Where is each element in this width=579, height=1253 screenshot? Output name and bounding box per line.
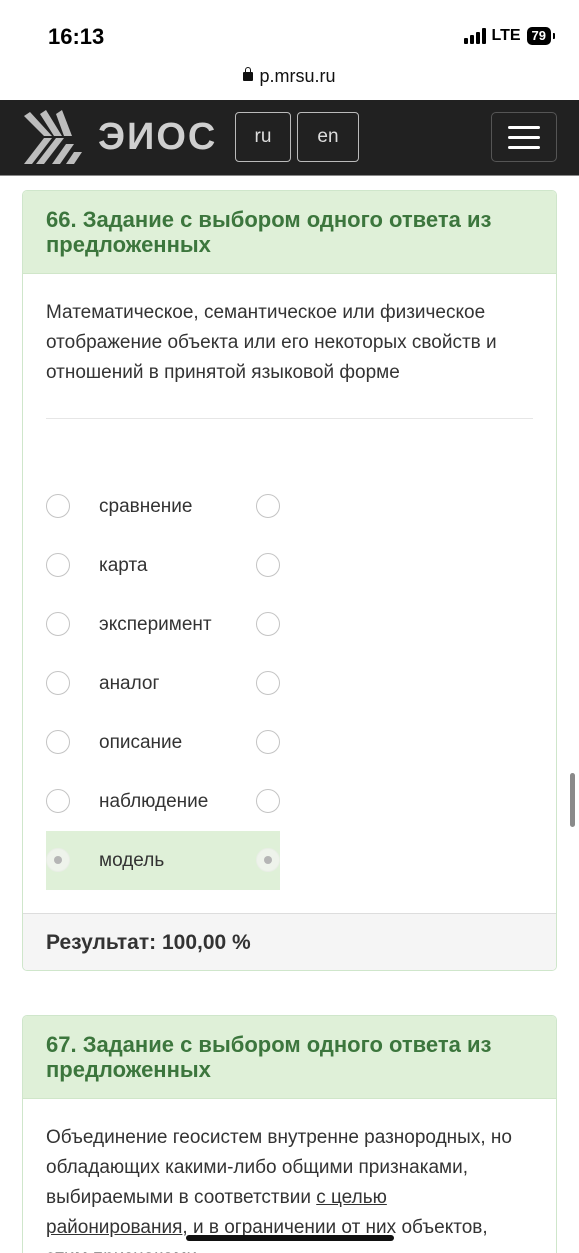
radio-button[interactable]: [46, 789, 70, 813]
question-card-66: 66. Задание с выбором одного ответа из п…: [22, 190, 557, 971]
option-label: эксперимент: [99, 613, 212, 635]
logo-text: ЭИОС: [98, 115, 218, 158]
radio-button-right[interactable]: [256, 730, 280, 754]
radio-button-right[interactable]: [256, 494, 280, 518]
divider: [46, 418, 533, 419]
url-text: p.mrsu.ru: [259, 66, 336, 86]
hamburger-line: [508, 135, 540, 139]
status-indicators: LTE 79: [463, 27, 556, 45]
option-label: модель: [99, 849, 165, 871]
answer-option[interactable]: эксперимент: [46, 595, 280, 654]
network-label: LTE: [491, 27, 521, 44]
question-title: 66. Задание с выбором одного ответа из п…: [46, 207, 492, 257]
status-bar: 16:13 LTE 79: [0, 0, 579, 66]
hamburger-line: [508, 145, 540, 149]
url-bar[interactable]: p.mrsu.ru: [0, 66, 579, 100]
answer-option[interactable]: описание: [46, 713, 280, 772]
battery-icon: 79: [526, 27, 556, 45]
radio-button[interactable]: [46, 494, 70, 518]
option-label: наблюдение: [99, 790, 209, 812]
answer-option[interactable]: наблюдение: [46, 772, 280, 831]
site-header: ЭИОС ru en: [0, 100, 579, 176]
scrollbar[interactable]: [570, 773, 575, 827]
radio-button-checked[interactable]: [46, 848, 70, 872]
option-label: сравнение: [99, 495, 193, 517]
question-title: 67. Задание с выбором одного ответа из п…: [46, 1032, 492, 1082]
option-label: аналог: [99, 672, 160, 694]
answer-options: сравнение карта эксперимент аналог описа…: [46, 477, 280, 890]
radio-button[interactable]: [46, 730, 70, 754]
radio-button[interactable]: [46, 612, 70, 636]
result-text: Результат: 100,00 %: [46, 930, 251, 954]
hamburger-line: [508, 125, 540, 129]
question-card-67: 67. Задание с выбором одного ответа из п…: [22, 1015, 557, 1253]
option-label: карта: [99, 554, 148, 576]
radio-button-right[interactable]: [256, 553, 280, 577]
radio-button-right[interactable]: [256, 789, 280, 813]
lock-icon: [243, 67, 254, 81]
lang-ru-button[interactable]: ru: [235, 112, 291, 162]
hamburger-menu-button[interactable]: [491, 112, 557, 162]
option-label: описание: [99, 731, 183, 753]
question-text-part: Объединение геосистем внутренне разнород…: [46, 1127, 512, 1208]
radio-button-right[interactable]: [256, 612, 280, 636]
site-logo[interactable]: ЭИОС: [22, 108, 217, 166]
lang-en-button[interactable]: en: [297, 112, 359, 162]
question-header: 66. Задание с выбором одного ответа из п…: [23, 191, 556, 274]
answer-option[interactable]: сравнение: [46, 477, 280, 536]
radio-button-right[interactable]: [256, 671, 280, 695]
radio-button[interactable]: [46, 553, 70, 577]
status-time: 16:13: [48, 24, 105, 49]
answer-option[interactable]: аналог: [46, 654, 280, 713]
logo-icon: [24, 110, 82, 164]
question-text: Математическое, семантическое или физиче…: [46, 302, 497, 383]
signal-icon: [463, 28, 486, 44]
home-indicator[interactable]: [186, 1235, 394, 1241]
question-header: 67. Задание с выбором одного ответа из п…: [23, 1016, 556, 1099]
radio-button-right-checked[interactable]: [256, 848, 280, 872]
result-footer: Результат: 100,00 %: [23, 913, 556, 970]
answer-option[interactable]: карта: [46, 536, 280, 595]
question-text: Объединение геосистем внутренне разнород…: [23, 1099, 556, 1253]
answer-option-selected[interactable]: модель: [46, 831, 280, 890]
radio-button[interactable]: [46, 671, 70, 695]
